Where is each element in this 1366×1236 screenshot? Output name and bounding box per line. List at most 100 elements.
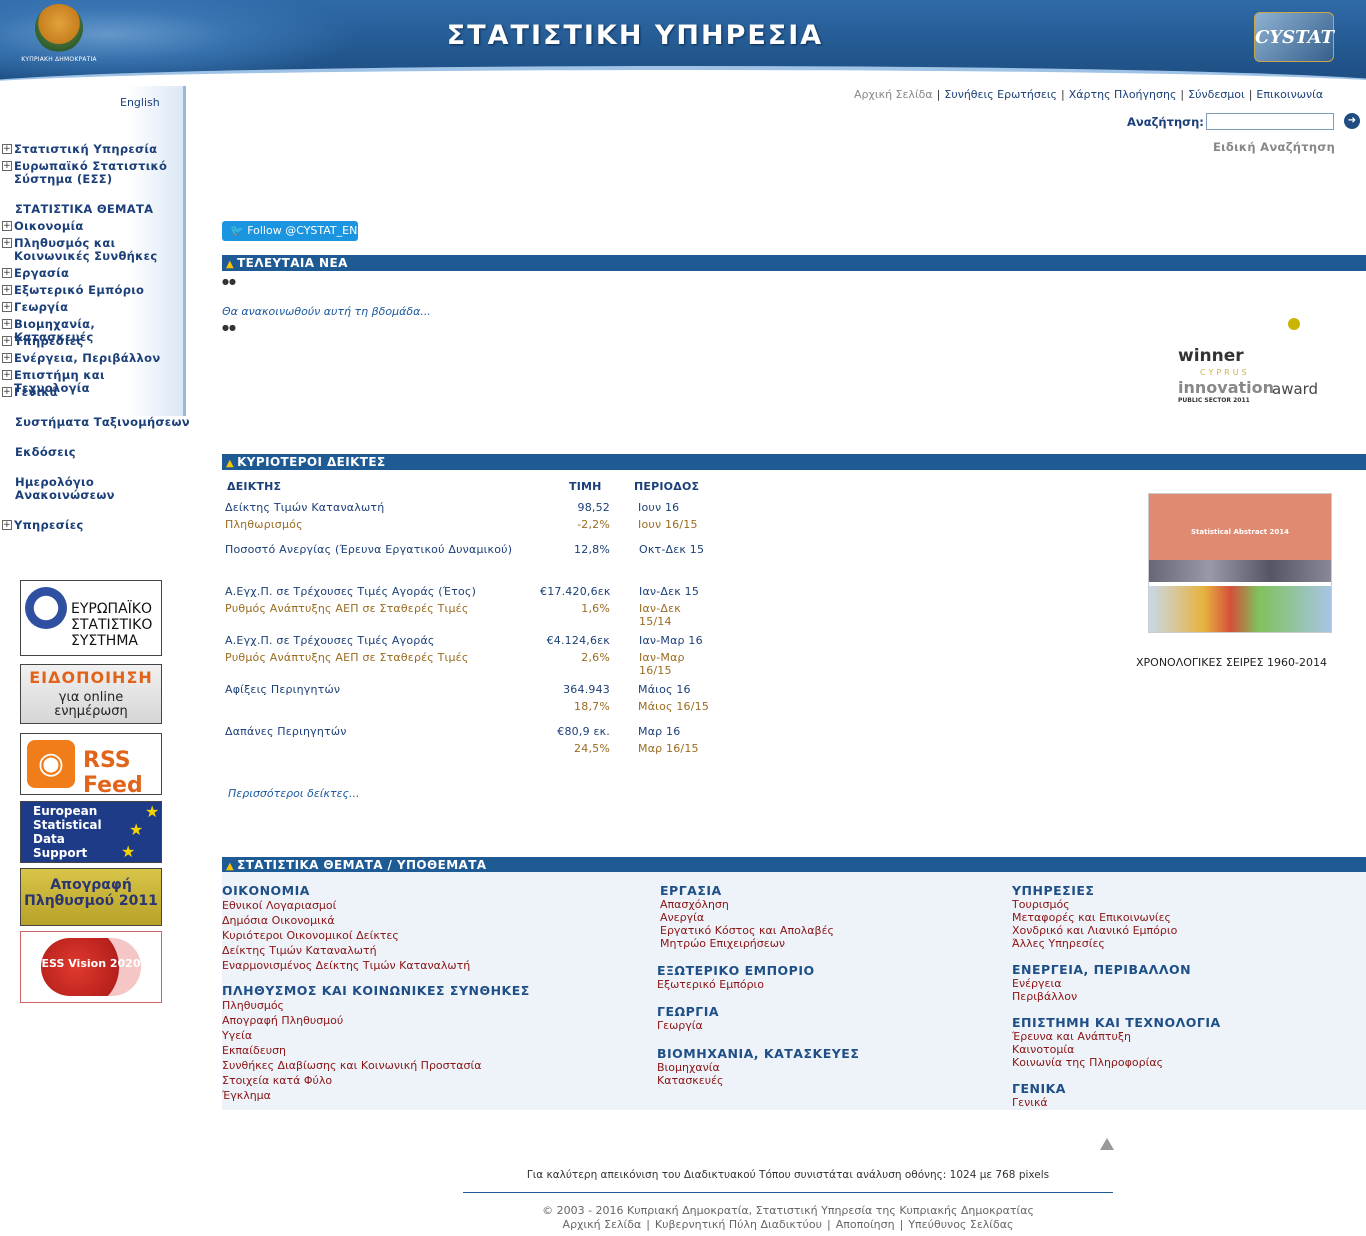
indicator-label[interactable]: Α.Εγχ.Π. σε Τρέχουσες Τιμές Αγοράς — [225, 634, 435, 647]
topic-item[interactable]: Άλλες Υπηρεσίες — [1012, 937, 1177, 950]
topic-item[interactable]: Εργατικό Κόστος και Απολαβές — [660, 924, 834, 937]
topic-item[interactable]: Βιομηχανία — [657, 1061, 859, 1074]
twitter-follow-button[interactable]: 🐦 Follow @CYSTAT_EN — [222, 221, 358, 241]
ess-banner[interactable]: ΕΥΡΩΠΑΪΚΟ ΣΤΑΤΙΣΤΙΚΟ ΣΥΣΤΗΜΑ — [20, 580, 162, 656]
topic-heading[interactable]: ΠΛΗΘΥΣΜΟΣ ΚΑΙ ΚΟΙΝΩΝΙΚΕΣ ΣΥΝΘΗΚΕΣ — [222, 983, 530, 998]
indicator-label[interactable]: Αφίξεις Περιηγητών — [225, 683, 340, 696]
language-link-english[interactable]: English — [120, 96, 160, 109]
expand-plus-icon[interactable]: + — [2, 370, 12, 380]
expand-plus-icon[interactable]: + — [2, 319, 12, 329]
top-link-faq[interactable]: Συνήθεις Ερωτήσεις — [944, 88, 1057, 101]
topic-item[interactable]: Γενικά — [1012, 1096, 1066, 1109]
topic-item[interactable]: Πληθυσμός — [222, 998, 530, 1013]
sidebar-item-services-bottom[interactable]: + Υπηρεσίες — [2, 519, 184, 532]
expand-plus-icon[interactable]: + — [2, 221, 12, 231]
topic-item[interactable]: Κατασκευές — [657, 1074, 859, 1087]
topic-item[interactable]: Έρευνα και Ανάπτυξη — [1012, 1030, 1221, 1043]
topic-item[interactable]: Καινοτομία — [1012, 1043, 1221, 1056]
topic-item[interactable]: Εξωτερικό Εμπόριο — [657, 978, 815, 991]
topic-item[interactable]: Απασχόληση — [660, 898, 834, 911]
sidebar-item-ess[interactable]: + Ευρωπαϊκό Στατιστικό Σύστημα (ΕΣΣ) — [2, 160, 184, 186]
topic-heading[interactable]: ΓΕΝΙΚΑ — [1012, 1081, 1066, 1096]
topic-item[interactable]: Εναρμονισμένος Δείκτης Τιμών Καταναλωτή — [222, 958, 470, 973]
expand-plus-icon[interactable]: + — [2, 161, 12, 171]
expand-plus-icon[interactable]: + — [2, 387, 12, 397]
census-2011-banner[interactable]: Απογραφή Πληθυσμού 2011 — [20, 868, 162, 926]
indicator-label[interactable]: Ρυθμός Ανάπτυξης ΑΕΠ σε Σταθερές Τιμές — [225, 602, 468, 615]
topic-item[interactable]: Περιβάλλον — [1012, 990, 1191, 1003]
topic-heading[interactable]: ΕΞΩΤΕΡΙΚΟ ΕΜΠΟΡΙΟ — [657, 963, 815, 978]
sidebar-item-population[interactable]: + Πληθυσμός και Κοινωνικές Συνθήκες — [2, 237, 184, 263]
expand-plus-icon[interactable]: + — [2, 520, 12, 530]
sidebar-item-classifications[interactable]: Συστήματα Ταξινομήσεων — [15, 416, 197, 429]
cystat-logo[interactable]: CYSTAT — [1254, 12, 1334, 62]
indicator-label[interactable]: Ποσοστό Ανεργίας (Έρευνα Εργατικού Δυναμ… — [225, 543, 512, 556]
indicator-label[interactable]: Α.Εγχ.Π. σε Τρέχουσες Τιμές Αγοράς (Έτος… — [225, 585, 476, 598]
notification-banner[interactable]: ΕΙΔΟΠΟΙΗΣΗ για online ενημέρωση — [20, 664, 162, 724]
sidebar-item-economy[interactable]: + Οικονομία — [2, 220, 184, 233]
top-link-home[interactable]: Αρχική Σελίδα — [854, 88, 933, 101]
topic-heading[interactable]: ΒΙΟΜΗΧΑΝΙΑ, ΚΑΤΑΣΚΕΥΕΣ — [657, 1046, 859, 1061]
expand-plus-icon[interactable]: + — [2, 144, 12, 154]
expand-plus-icon[interactable]: + — [2, 336, 12, 346]
esds-banner[interactable]: European Statistical Data Support ★ ★ ★ — [20, 801, 162, 863]
indicator-label[interactable]: Ρυθμός Ανάπτυξης ΑΕΠ σε Σταθερές Τιμές — [225, 651, 468, 664]
sidebar-item-energy[interactable]: + Ενέργεια, Περιβάλλον — [2, 352, 184, 365]
topic-heading[interactable]: ΥΠΗΡΕΣΙΕΣ — [1012, 883, 1177, 898]
back-to-top-arrow-icon[interactable] — [1100, 1138, 1114, 1150]
topic-item[interactable]: Τουρισμός — [1012, 898, 1177, 911]
topic-heading[interactable]: ΕΠΙΣΤΗΜΗ ΚΑΙ ΤΕΧΝΟΛΟΓΙΑ — [1012, 1015, 1221, 1030]
sidebar-item-publications[interactable]: Εκδόσεις — [15, 446, 197, 459]
footer-link-gov-portal[interactable]: Κυβερνητική Πύλη Διαδικτύου — [655, 1218, 822, 1231]
topic-heading[interactable]: ΟΙΚΟΝΟΜΙΑ — [222, 883, 470, 898]
indicator-label[interactable]: Δαπάνες Περιηγητών — [225, 725, 347, 738]
topic-item[interactable]: Απογραφή Πληθυσμού — [222, 1013, 530, 1028]
rss-feed-banner[interactable]: ◉ RSS Feed — [20, 733, 162, 795]
sidebar-item-agriculture[interactable]: + Γεωργία — [2, 301, 184, 314]
search-input[interactable] — [1206, 113, 1334, 130]
time-series-link[interactable]: ΧΡΟΝΟΛΟΓΙΚΕΣ ΣΕΙΡΕΣ 1960-2014 — [1136, 656, 1327, 669]
topic-item[interactable]: Κοινωνία της Πληροφορίας — [1012, 1056, 1221, 1069]
topic-heading[interactable]: ΕΡΓΑΣΙΑ — [660, 883, 834, 898]
topic-item[interactable]: Μητρώο Επιχειρήσεων — [660, 937, 834, 950]
expand-plus-icon[interactable]: + — [2, 285, 12, 295]
expand-plus-icon[interactable]: + — [2, 238, 12, 248]
topic-item[interactable]: Κυριότεροι Οικονομικοί Δείκτες — [222, 928, 470, 943]
top-link-sitemap[interactable]: Χάρτης Πλοήγησης — [1069, 88, 1177, 101]
expand-plus-icon[interactable]: + — [2, 268, 12, 278]
topic-heading[interactable]: ΓΕΩΡΓΙΑ — [657, 1004, 719, 1019]
sidebar-topics-heading[interactable]: ΣΤΑΤΙΣΤΙΚΑ ΘΕΜΑΤΑ — [15, 203, 197, 216]
indicator-label[interactable]: Δείκτης Τιμών Καταναλωτή — [225, 501, 384, 514]
indicator-label[interactable]: Πληθωρισμός — [225, 518, 303, 531]
topic-item[interactable]: Στοιχεία κατά Φύλο — [222, 1073, 530, 1088]
topic-item[interactable]: Υγεία — [222, 1028, 530, 1043]
topic-item[interactable]: Ανεργία — [660, 911, 834, 924]
sidebar-item-release-calendar[interactable]: Ημερολόγιο Ανακοινώσεων — [15, 476, 165, 502]
expand-plus-icon[interactable]: + — [2, 353, 12, 363]
expand-plus-icon[interactable]: + — [2, 302, 12, 312]
ess-vision-2020-banner[interactable]: ESS Vision 2020 — [20, 931, 162, 1003]
sidebar-item-services[interactable]: + Υπηρεσίες — [2, 335, 184, 348]
sidebar-item-statistical-service[interactable]: + Στατιστική Υπηρεσία — [2, 143, 184, 156]
footer-link-disclaimer[interactable]: Αποποίηση — [836, 1218, 895, 1231]
topic-item[interactable]: Γεωργία — [657, 1019, 719, 1032]
sidebar-item-general[interactable]: + Γενικά — [2, 386, 184, 399]
topic-item[interactable]: Εθνικοί Λογαριασμοί — [222, 898, 470, 913]
statistical-abstract-cover[interactable]: Statistical Abstract 2014 — [1148, 493, 1332, 633]
advanced-search-link[interactable]: Ειδική Αναζήτηση — [1213, 140, 1335, 154]
topic-item[interactable]: Μεταφορές και Επικοινωνίες — [1012, 911, 1177, 924]
sidebar-item-labour[interactable]: + Εργασία — [2, 267, 184, 280]
search-go-button[interactable]: ➜ — [1344, 113, 1360, 129]
topic-item[interactable]: Χονδρικό και Λιανικό Εμπόριο — [1012, 924, 1177, 937]
footer-link-home[interactable]: Αρχική Σελίδα — [563, 1218, 642, 1231]
topic-item[interactable]: Έγκλημα — [222, 1088, 530, 1103]
footer-link-webmaster[interactable]: Υπεύθυνος Σελίδας — [908, 1218, 1013, 1231]
topic-item[interactable]: Δημόσια Οικονομικά — [222, 913, 470, 928]
top-link-contact[interactable]: Επικοινωνία — [1256, 88, 1323, 101]
topic-item[interactable]: Εκπαίδευση — [222, 1043, 530, 1058]
top-link-links[interactable]: Σύνδεσμοι — [1188, 88, 1245, 101]
topic-item[interactable]: Συνθήκες Διαβίωσης και Κοινωνική Προστασ… — [222, 1058, 530, 1073]
announcements-link[interactable]: Θα ανακοινωθούν αυτή τη βδομάδα... — [222, 305, 431, 318]
topic-heading[interactable]: ΕΝΕΡΓΕΙΑ, ΠΕΡΙΒΑΛΛΟΝ — [1012, 962, 1191, 977]
topic-item[interactable]: Ενέργεια — [1012, 977, 1191, 990]
